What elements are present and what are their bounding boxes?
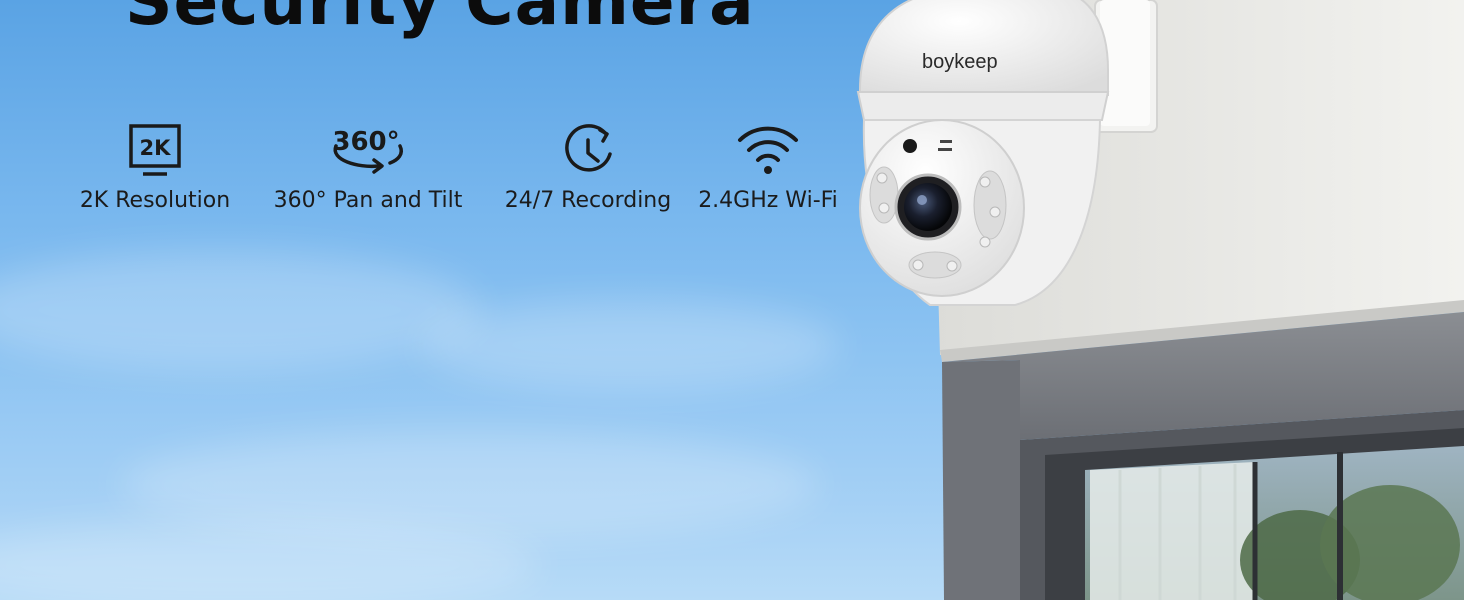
house-with-camera-illustration: boykeep: [856, 0, 1464, 600]
product-banner: Security Camera 2K 2K Resolution 360° 36…: [0, 0, 1464, 600]
brand-logo-text: boykeep: [922, 51, 998, 73]
